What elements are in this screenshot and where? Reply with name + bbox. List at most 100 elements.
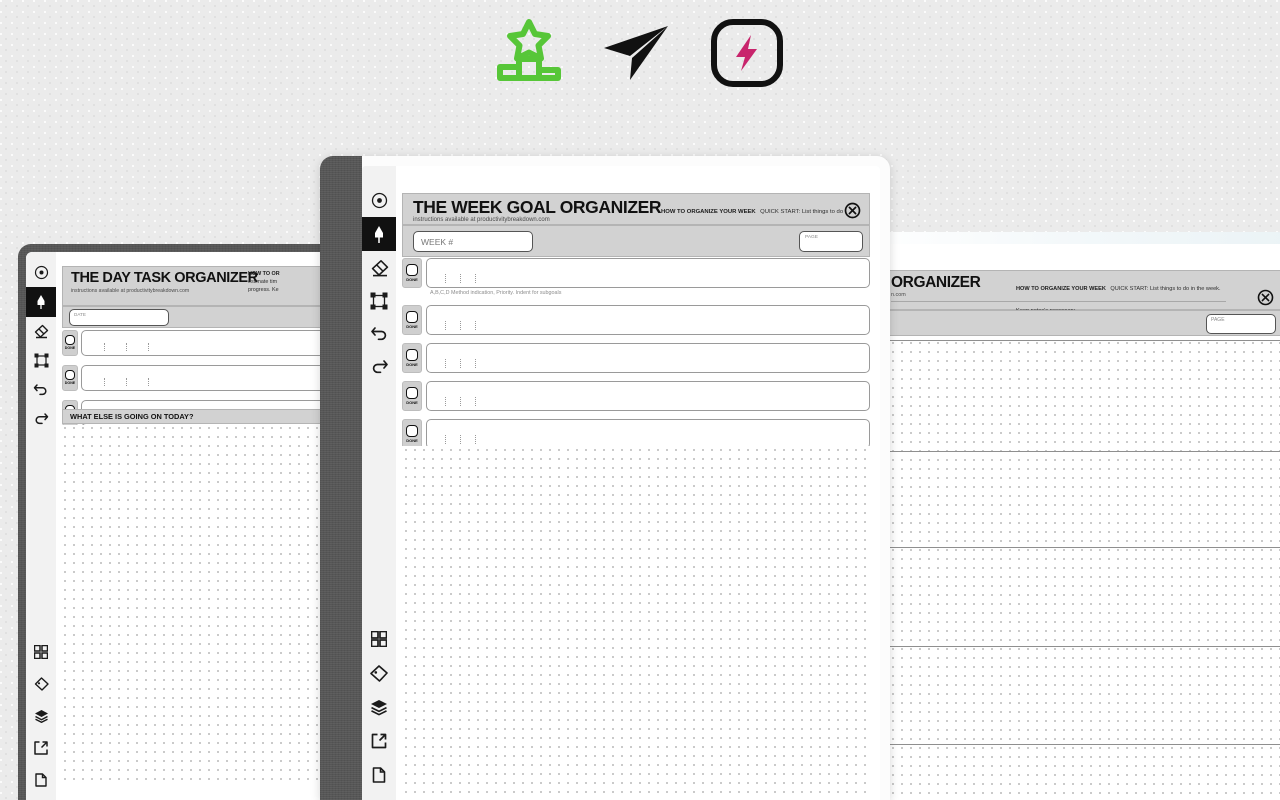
center-week-field[interactable]: WEEK # [413,231,533,252]
eraser-icon[interactable] [26,317,56,346]
paper-plane-icon [600,22,672,84]
device-left-screen[interactable]: THE DAY TASK ORGANIZER instructions avai… [26,252,352,800]
done-checkbox-cell[interactable]: DONE [62,330,78,356]
document-icon[interactable] [362,758,396,792]
device-right-screen[interactable]: ORGANIZER n.com HOW TO ORGANIZE YOUR WEE… [882,244,1280,800]
target-icon[interactable] [26,258,56,287]
right-dot-grid[interactable] [890,340,1280,800]
tag-icon[interactable] [362,656,396,690]
target-icon[interactable] [362,184,396,217]
goal-input[interactable] [426,381,870,411]
left-howto-text: estimate tim [248,279,278,286]
close-icon[interactable] [1257,289,1274,311]
center-tool-rail-bottom [362,622,396,800]
left-footer-text [62,793,352,800]
table-row[interactable]: DONE [62,365,352,391]
undo-icon[interactable] [26,375,56,404]
checkbox-icon[interactable] [65,335,75,346]
center-meta-row: WEEK # PAGE [402,225,870,257]
table-row[interactable]: DONE [402,305,870,335]
right-meta-row: PAGE [882,310,1280,336]
center-howto-heading: HOW TO ORGANIZE YOUR WEEK [661,209,756,215]
goal-input[interactable] [426,419,870,449]
done-checkbox-cell[interactable]: DONE [62,365,78,391]
export-icon[interactable] [26,732,56,764]
pen-icon[interactable] [362,217,396,251]
task-input[interactable] [81,330,352,356]
table-row[interactable]: DONE [402,258,870,288]
goal-input[interactable] [426,343,870,373]
redo-icon[interactable] [26,404,56,433]
right-paper-sheet[interactable]: ORGANIZER n.com HOW TO ORGANIZE YOUR WEE… [882,244,1280,800]
lasso-select-icon[interactable] [26,346,56,375]
left-howto-heading: HOW TO OR [248,271,280,277]
pen-icon[interactable] [26,287,56,317]
checkbox-icon[interactable] [406,349,418,361]
checkbox-icon[interactable] [406,387,418,399]
tick-marks [445,397,476,406]
done-checkbox-cell[interactable]: DONE [402,381,422,411]
table-row[interactable]: DONE [402,419,870,449]
left-date-field[interactable]: DATE [69,309,169,326]
center-week-field-label: WEEK # [421,236,454,247]
left-meta-row: DATE [62,306,352,328]
table-row[interactable]: DONE [402,343,870,373]
left-paper-sheet[interactable]: THE DAY TASK ORGANIZER instructions avai… [56,252,352,800]
device-center-bezel-dark-strip [320,156,362,800]
right-howto-heading: HOW TO ORGANIZE YOUR WEEK [1016,286,1106,292]
tick-marks [445,274,476,283]
redo-icon[interactable] [362,350,396,383]
eraser-icon[interactable] [362,251,396,284]
tick-marks [445,359,476,368]
right-page-field[interactable]: PAGE [1206,314,1276,334]
layers-icon[interactable] [362,690,396,724]
grid-apps-icon[interactable] [26,636,56,668]
right-subtitle: n.com [891,292,906,298]
center-method-hint: A,B,C,D Method indication, Priority. Ind… [430,290,562,296]
center-paper-sheet[interactable]: THE WEEK GOAL ORGANIZER instructions ava… [396,166,880,800]
table-row[interactable]: DONE [62,330,352,356]
center-dot-grid[interactable] [402,446,870,800]
checkbox-icon[interactable] [406,311,418,323]
task-input[interactable] [81,365,352,391]
right-grid-separator [890,646,1280,647]
lightning-bolt-icon [710,18,784,88]
done-checkbox-cell[interactable]: DONE [402,419,422,449]
left-date-field-label: DATE [74,312,86,317]
center-page-field[interactable]: PAGE [799,231,863,252]
checkbox-icon[interactable] [406,264,418,276]
center-page-field-label: PAGE [805,235,818,240]
checkbox-icon[interactable] [406,425,418,437]
undo-icon[interactable] [362,317,396,350]
layers-icon[interactable] [26,700,56,732]
goal-input[interactable] [426,305,870,335]
tag-icon[interactable] [26,668,56,700]
tick-marks [445,435,476,444]
grid-apps-icon[interactable] [362,622,396,656]
center-tool-rail[interactable] [362,166,396,800]
center-task-rows[interactable]: DONE A,B,C,D Method indication, Priority… [402,258,870,449]
center-header: THE WEEK GOAL ORGANIZER instructions ava… [402,193,870,237]
done-checkbox-cell[interactable]: DONE [402,258,422,288]
left-subtitle: instructions available at productivitybr… [71,288,190,294]
goal-input[interactable] [426,258,870,288]
close-icon[interactable] [844,202,861,224]
left-dot-grid[interactable] [62,425,352,782]
right-title: ORGANIZER [891,274,981,291]
brand-logo-row [0,18,1280,88]
done-label: DONE [64,345,76,350]
done-label: DONE [406,324,418,329]
checkbox-icon[interactable] [65,370,75,381]
document-icon[interactable] [26,764,56,796]
export-icon[interactable] [362,724,396,758]
device-center[interactable]: THE WEEK GOAL ORGANIZER instructions ava… [320,156,890,800]
done-checkbox-cell[interactable]: DONE [402,343,422,373]
right-header-rule [891,301,1226,302]
lasso-select-icon[interactable] [362,284,396,317]
done-checkbox-cell[interactable]: DONE [402,305,422,335]
left-tool-rail[interactable] [26,252,56,800]
device-left[interactable]: THE DAY TASK ORGANIZER instructions avai… [18,244,360,800]
table-row[interactable]: DONE [402,381,870,411]
device-right[interactable]: ORGANIZER n.com HOW TO ORGANIZE YOUR WEE… [860,232,1280,800]
device-center-screen[interactable]: THE WEEK GOAL ORGANIZER instructions ava… [362,166,880,800]
